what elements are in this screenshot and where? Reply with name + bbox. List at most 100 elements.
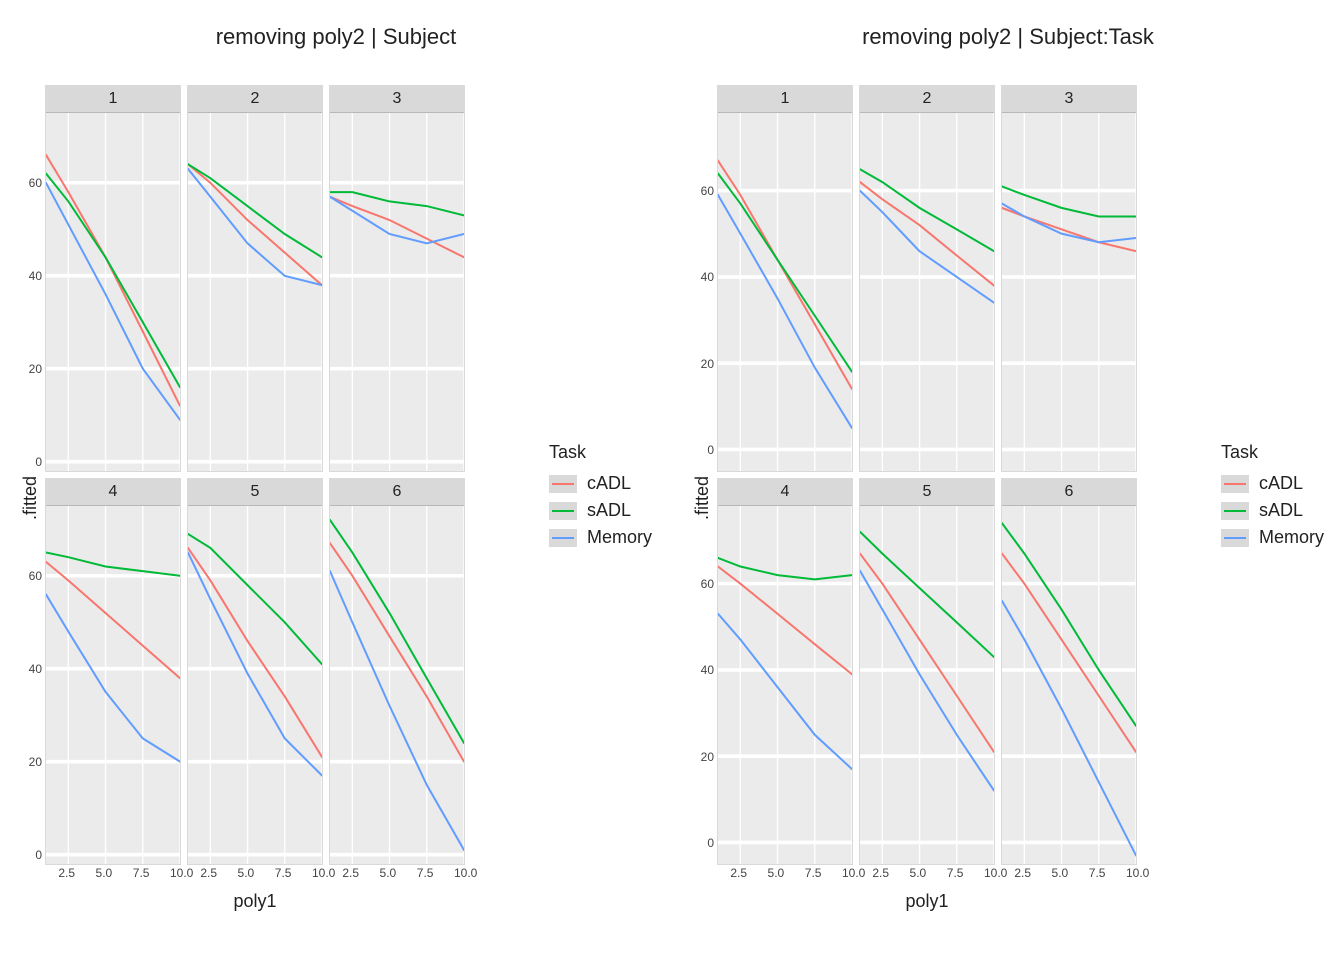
facet-strip: 5 xyxy=(860,479,994,506)
facet-strip: 3 xyxy=(1002,86,1136,113)
x-tick-label: 5.0 xyxy=(1052,866,1069,880)
x-tick-label: 7.5 xyxy=(947,866,964,880)
facet: 62.55.07.510.0 xyxy=(1001,478,1137,865)
x-tick-label: 5.0 xyxy=(380,866,397,880)
y-tick-label: 20 xyxy=(29,362,42,376)
y-tick-label: 40 xyxy=(701,270,714,284)
plot-area: 2.55.07.510.0 xyxy=(188,506,322,864)
x-tick-label: 2.5 xyxy=(342,866,359,880)
x-tick-label: 10.0 xyxy=(312,866,335,880)
facet-strip: 1 xyxy=(46,86,180,113)
legend-swatch xyxy=(549,475,577,493)
facet-strip: 2 xyxy=(188,86,322,113)
legend-item: sADL xyxy=(1221,500,1324,521)
facet: 3 xyxy=(329,85,465,472)
facet: 10204060 xyxy=(45,85,181,472)
y-tick-label: 40 xyxy=(29,662,42,676)
series-line-Memory xyxy=(718,613,852,768)
facet-strip: 3 xyxy=(330,86,464,113)
plot-area xyxy=(860,113,994,471)
facet-grid: 1020406023402040602.55.07.510.052.55.07.… xyxy=(717,85,1137,865)
facet: 3 xyxy=(1001,85,1137,472)
series-line-Memory xyxy=(330,571,464,850)
y-tick-label: 60 xyxy=(701,577,714,591)
y-tick-label: 20 xyxy=(29,755,42,769)
legend-item: Memory xyxy=(549,527,652,548)
plot-area: 0204060 xyxy=(718,113,852,471)
x-tick-label: 10.0 xyxy=(1126,866,1149,880)
x-tick-label: 7.5 xyxy=(1089,866,1106,880)
y-axis-label: .fitted xyxy=(692,476,713,520)
series-line-sADL xyxy=(860,531,994,656)
x-tick-label: 2.5 xyxy=(730,866,747,880)
legend-label: cADL xyxy=(587,473,631,494)
legend-item: sADL xyxy=(549,500,652,521)
facet: 62.55.07.510.0 xyxy=(329,478,465,865)
facet-strip: 4 xyxy=(46,479,180,506)
legend-swatch xyxy=(1221,502,1249,520)
facet-strip: 1 xyxy=(718,86,852,113)
y-tick-label: 40 xyxy=(29,269,42,283)
x-tick-label: 10.0 xyxy=(984,866,1007,880)
legend-swatch xyxy=(1221,475,1249,493)
x-tick-label: 5.0 xyxy=(768,866,785,880)
series-line-cADL xyxy=(718,160,852,388)
x-tick-label: 2.5 xyxy=(58,866,75,880)
x-tick-label: 7.5 xyxy=(417,866,434,880)
y-tick-label: 20 xyxy=(701,750,714,764)
series-line-sADL xyxy=(188,164,322,257)
y-tick-label: 0 xyxy=(35,455,42,469)
panel-group-1: removing poly2 | Subject:Task.fitted1020… xyxy=(692,20,1324,940)
series-line-sADL xyxy=(188,533,322,663)
x-tick-label: 7.5 xyxy=(133,866,150,880)
panel-title: removing poly2 | Subject xyxy=(20,24,652,50)
facet: 2 xyxy=(187,85,323,472)
facet-strip: 6 xyxy=(330,479,464,506)
plot-area xyxy=(330,113,464,471)
plot-area xyxy=(188,113,322,471)
legend-item: cADL xyxy=(549,473,652,494)
y-tick-label: 40 xyxy=(701,663,714,677)
series-line-cADL xyxy=(188,547,322,756)
facet: 402040602.55.07.510.0 xyxy=(45,478,181,865)
legend-label: sADL xyxy=(1259,500,1303,521)
facet: 10204060 xyxy=(717,85,853,472)
plot-area: 02040602.55.07.510.0 xyxy=(718,506,852,864)
x-tick-label: 5.0 xyxy=(238,866,255,880)
y-tick-label: 0 xyxy=(35,848,42,862)
page: removing poly2 | Subject.fitted102040602… xyxy=(20,20,1324,940)
series-line-sADL xyxy=(718,173,852,371)
legend-label: cADL xyxy=(1259,473,1303,494)
plot-area: 02040602.55.07.510.0 xyxy=(46,506,180,864)
facet: 2 xyxy=(859,85,995,472)
series-line-Memory xyxy=(188,552,322,775)
plot-area: 2.55.07.510.0 xyxy=(1002,506,1136,864)
series-line-sADL xyxy=(718,557,852,578)
x-tick-label: 2.5 xyxy=(872,866,889,880)
x-tick-label: 2.5 xyxy=(200,866,217,880)
facet-grid: 10204060 23 402040602.55.07.510.0 52.55.07.… xyxy=(45,85,465,865)
y-axis-label: .fitted xyxy=(20,476,41,520)
facet-strip: 2 xyxy=(860,86,994,113)
facet-area: 1020406023402040602.55.07.510.052.55.07.… xyxy=(45,85,533,912)
x-tick-label: 7.5 xyxy=(805,866,822,880)
facet-area: 1020406023402040602.55.07.510.052.55.07.… xyxy=(717,85,1205,912)
legend: TaskcADLsADLMemory xyxy=(1221,442,1324,554)
legend-label: sADL xyxy=(587,500,631,521)
y-tick-label: 0 xyxy=(707,443,714,457)
legend-swatch xyxy=(1221,529,1249,547)
facet-strip: 5 xyxy=(188,479,322,506)
series-line-Memory xyxy=(330,196,464,243)
x-tick-label: 10.0 xyxy=(842,866,865,880)
facet-strip: 6 xyxy=(1002,479,1136,506)
plot-area xyxy=(1002,113,1136,471)
legend-swatch xyxy=(549,502,577,520)
series-line-sADL xyxy=(330,192,464,215)
series-line-sADL xyxy=(46,552,180,575)
series-line-Memory xyxy=(718,194,852,427)
panel-body: .fitted1020406023402040602.55.07.510.052… xyxy=(692,56,1324,940)
x-tick-label: 7.5 xyxy=(275,866,292,880)
plot-area: 0204060 xyxy=(46,113,180,471)
legend-title: Task xyxy=(1221,442,1324,463)
y-tick-label: 60 xyxy=(29,176,42,190)
